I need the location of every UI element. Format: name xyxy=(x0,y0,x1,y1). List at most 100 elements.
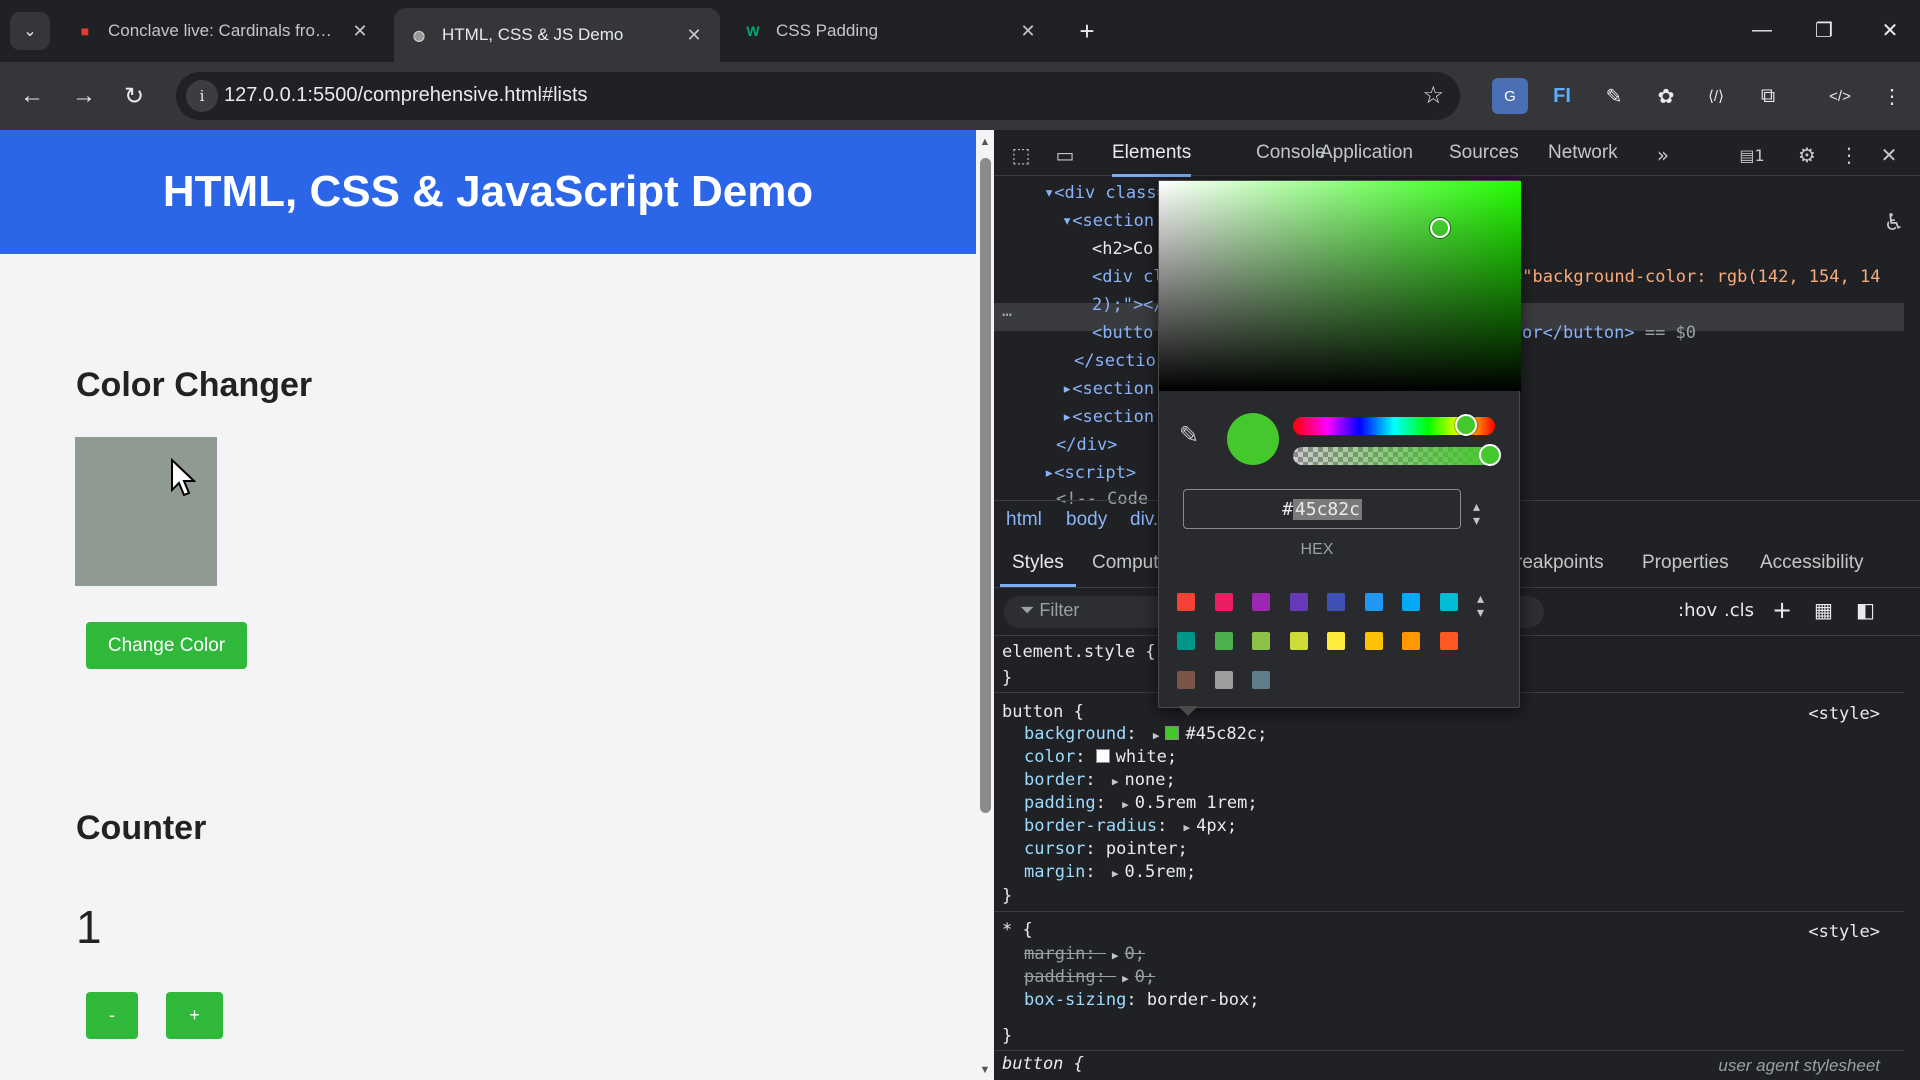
sidebar-toggle-icon[interactable]: ◧ xyxy=(1856,598,1875,622)
devtools-tab-sources[interactable]: Sources xyxy=(1449,142,1519,164)
palette-cycle-icon[interactable]: ▴ ▾ xyxy=(1477,591,1484,619)
bookmark-star-icon[interactable]: ☆ xyxy=(1422,81,1444,110)
rule-origin[interactable]: user agent stylesheet xyxy=(1718,1056,1880,1076)
extensions-icon[interactable]: ⧉ xyxy=(1750,78,1786,114)
settings-extension-icon[interactable]: ✿ xyxy=(1648,78,1684,114)
reload-button[interactable]: ↻ xyxy=(114,76,154,116)
close-icon[interactable]: ✕ xyxy=(1016,21,1040,42)
palette-swatch[interactable] xyxy=(1327,632,1345,650)
rule-origin[interactable]: <style> xyxy=(1808,704,1880,724)
palette-swatch[interactable] xyxy=(1177,632,1195,650)
expand-triangle-icon[interactable]: ▶ xyxy=(1184,821,1191,834)
inspect-element-icon[interactable]: ⬚ xyxy=(1006,140,1036,170)
palette-swatch[interactable] xyxy=(1177,671,1195,689)
subtab-computed[interactable]: Comput xyxy=(1092,552,1159,574)
decrement-button[interactable]: - xyxy=(86,992,138,1039)
expand-triangle-icon[interactable]: ▶ xyxy=(1112,949,1119,962)
tab-conclave[interactable]: ■ Conclave live: Cardinals from acro ✕ xyxy=(60,8,386,54)
scrollbar-thumb[interactable] xyxy=(980,158,991,813)
palette-swatch[interactable] xyxy=(1289,632,1308,650)
dom-node[interactable]: <div cl xyxy=(1092,267,1164,287)
palette-swatch[interactable] xyxy=(1439,593,1458,611)
restore-button[interactable]: ❐ xyxy=(1800,10,1848,50)
rule-origin[interactable]: <style> xyxy=(1808,922,1880,942)
dom-node[interactable]: ▸<script> xyxy=(1044,463,1136,483)
cls-toggle[interactable]: .cls xyxy=(1724,600,1754,621)
palette-swatch[interactable] xyxy=(1402,593,1420,611)
subtab-styles[interactable]: Styles xyxy=(1000,552,1076,587)
color-picker-extension-icon[interactable]: ✎ xyxy=(1596,78,1632,114)
issues-button[interactable]: ▤ 1 xyxy=(1732,140,1772,170)
palette-swatch[interactable] xyxy=(1252,593,1270,611)
expand-triangle-icon[interactable]: ▶ xyxy=(1112,867,1119,880)
subtab-accessibility[interactable]: Accessibility xyxy=(1760,552,1863,574)
palette-swatch[interactable] xyxy=(1252,671,1270,689)
dom-node[interactable]: </sectio xyxy=(1074,351,1156,371)
alpha-slider-thumb[interactable] xyxy=(1479,444,1501,466)
palette-swatch[interactable] xyxy=(1214,632,1233,650)
dom-node[interactable]: </div> xyxy=(1056,435,1117,455)
new-tab-button[interactable]: + xyxy=(1070,14,1104,48)
expand-triangle-icon[interactable]: ▶ xyxy=(1112,775,1119,788)
devtools-menu-icon[interactable]: ⋮ xyxy=(1834,140,1864,170)
dom-node[interactable]: <h2>Co xyxy=(1092,239,1153,259)
dom-node[interactable]: ▾<section xyxy=(1062,211,1154,231)
palette-swatch[interactable] xyxy=(1364,593,1383,611)
scroll-down-icon[interactable]: ▼ xyxy=(979,1064,991,1076)
increment-button[interactable]: + xyxy=(166,992,223,1039)
dom-node[interactable]: 2);"></ xyxy=(1092,295,1164,315)
add-rule-icon[interactable]: + xyxy=(1772,596,1792,624)
format-cycle-icon[interactable]: ▴ ▾ xyxy=(1473,499,1480,527)
subtab-properties[interactable]: Properties xyxy=(1642,552,1729,574)
css-declaration[interactable]: background: ▶ #45c82c; xyxy=(1024,724,1267,744)
palette-swatch[interactable] xyxy=(1289,593,1308,611)
eyedropper-icon[interactable]: ✎ xyxy=(1179,421,1199,450)
css-declaration[interactable]: padding: ▶ 0.5rem 1rem; xyxy=(1024,793,1258,813)
palette-swatch[interactable] xyxy=(1177,593,1195,611)
css-declaration[interactable]: margin: ▶ 0; xyxy=(1024,944,1145,964)
devtools-tab-console[interactable]: Console xyxy=(1256,142,1326,164)
address-bar[interactable]: i 127.0.0.1:5500/comprehensive.html#list… xyxy=(176,72,1460,120)
devtools-tab-network[interactable]: Network xyxy=(1548,142,1618,164)
hov-toggle[interactable]: :hov xyxy=(1678,600,1717,621)
expand-triangle-icon[interactable]: ▶ xyxy=(1153,729,1160,742)
palette-swatch[interactable] xyxy=(1439,632,1458,650)
fi-extension-icon[interactable]: FI xyxy=(1544,78,1580,114)
dom-node[interactable]: ▾<div class= xyxy=(1044,183,1167,203)
minimize-button[interactable]: — xyxy=(1738,10,1786,50)
palette-swatch[interactable] xyxy=(1214,593,1233,611)
gear-icon[interactable]: ⚙ xyxy=(1792,140,1822,170)
saturation-handle[interactable] xyxy=(1430,218,1450,238)
breadcrumb-div[interactable]: div. xyxy=(1130,509,1158,531)
scroll-up-icon[interactable]: ▲ xyxy=(979,136,991,148)
color-swatch[interactable] xyxy=(1165,726,1180,740)
more-tabs-icon[interactable]: » xyxy=(1648,140,1678,170)
dom-node[interactable]: ▸<section xyxy=(1062,379,1154,399)
translate-extension-icon[interactable]: G xyxy=(1492,78,1528,114)
css-declaration[interactable]: color: white; xyxy=(1024,747,1177,767)
palette-swatch[interactable] xyxy=(1214,671,1233,689)
devtools-toggle-icon[interactable]: </> xyxy=(1822,78,1858,114)
accessibility-icon[interactable]: ♿ xyxy=(1886,207,1916,237)
change-color-button[interactable]: Change Color xyxy=(86,622,247,669)
close-icon[interactable]: ✕ xyxy=(1874,140,1904,170)
subtab-breakpoints[interactable]: reakpoints xyxy=(1516,552,1604,574)
paint-icon[interactable]: ▦ xyxy=(1814,598,1833,622)
hue-slider[interactable] xyxy=(1293,414,1495,436)
palette-swatch[interactable] xyxy=(1402,632,1420,650)
devtools-tab-elements[interactable]: Elements xyxy=(1112,142,1192,177)
devtools-tab-application[interactable]: Application xyxy=(1320,142,1413,164)
close-window-button[interactable]: ✕ xyxy=(1866,10,1914,50)
palette-swatch[interactable] xyxy=(1252,632,1270,650)
palette-swatch[interactable] xyxy=(1327,593,1345,611)
tab-demo[interactable]: ◍ HTML, CSS & JS Demo ✕ xyxy=(394,8,720,62)
breadcrumb-body[interactable]: body xyxy=(1066,509,1107,531)
tab-search-button[interactable]: ⌄ xyxy=(10,12,50,50)
color-swatch[interactable] xyxy=(1095,749,1110,763)
forward-button[interactable]: → xyxy=(64,76,104,116)
hex-input[interactable]: #45c82c xyxy=(1183,489,1461,529)
tab-css-padding[interactable]: W CSS Padding ✕ xyxy=(728,8,1054,54)
breadcrumb-html[interactable]: html xyxy=(1006,509,1042,531)
css-declaration[interactable]: margin: ▶ 0.5rem; xyxy=(1024,862,1196,882)
css-declaration[interactable]: border-radius: ▶ 4px; xyxy=(1024,816,1237,836)
